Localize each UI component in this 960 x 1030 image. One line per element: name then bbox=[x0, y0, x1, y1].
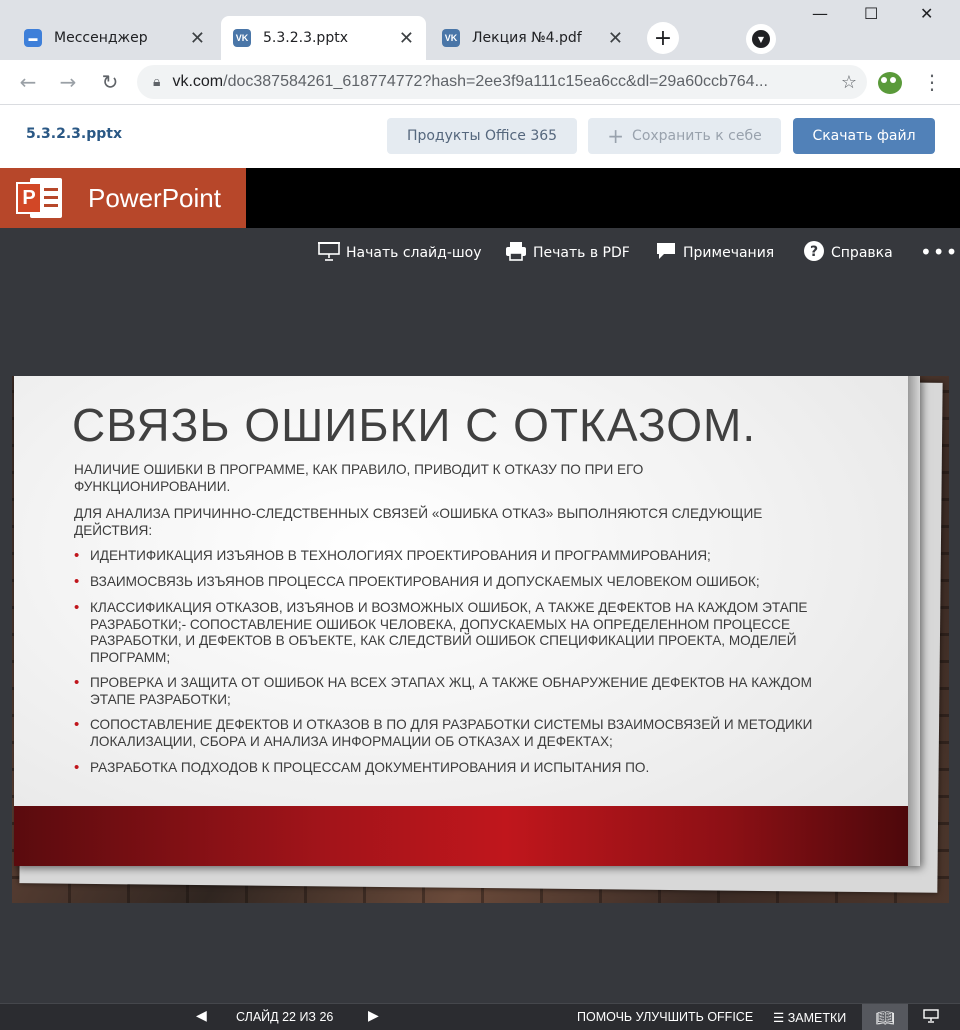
projector-icon bbox=[923, 1008, 939, 1027]
slide-title: СВЯЗЬ ОШИБКИ С ОТКАЗОМ. bbox=[72, 399, 757, 451]
vk-icon: VK bbox=[233, 29, 251, 47]
slide-paragraph-2: ДЛЯ АНАЛИЗА ПРИЧИННО-СЛЕДСТВЕННЫХ СВЯЗЕЙ… bbox=[74, 506, 763, 538]
browser-toolbar: ← → ↻ 🔒︎ vk.com/doc387584261_618774772?h… bbox=[0, 60, 960, 105]
new-tab-button[interactable]: + bbox=[647, 22, 679, 54]
close-icon[interactable]: ✕ bbox=[190, 28, 205, 49]
url-text[interactable]: vk.com/doc387584261_618774772?hash=2ee3f… bbox=[172, 73, 831, 91]
notes-toggle-label: ЗАМЕТКИ bbox=[787, 1011, 847, 1025]
vk-icon: VK bbox=[442, 29, 460, 47]
url-domain: vk.com bbox=[172, 73, 224, 90]
browser-tab-bar: ▬ Мессенджер ✕ VK 5.3.2.3.pptx ✕ VK Лекц… bbox=[0, 0, 960, 60]
slide-canvas: СВЯЗЬ ОШИБКИ С ОТКАЗОМ. НАЛИЧИЕ ОШИБКИ В… bbox=[12, 376, 949, 903]
svg-text:?: ? bbox=[810, 244, 818, 260]
slide-bullet: ИДЕНТИФИКАЦИЯ ИЗЪЯНОВ В ТЕХНОЛОГИЯХ ПРОЕ… bbox=[74, 548, 854, 565]
tab-pptx[interactable]: VK 5.3.2.3.pptx ✕ bbox=[221, 16, 426, 60]
tab-messenger[interactable]: ▬ Мессенджер ✕ bbox=[12, 16, 217, 60]
prev-slide-button[interactable]: ◀ bbox=[196, 1008, 207, 1024]
close-icon[interactable]: ✕ bbox=[608, 28, 623, 49]
paper-edge bbox=[908, 376, 920, 866]
close-icon[interactable]: ✕ bbox=[399, 28, 414, 49]
tab-label: Мессенджер bbox=[54, 30, 148, 46]
office365-button-label: Продукты Office 365 bbox=[406, 128, 558, 144]
powerpoint-brand: P PowerPoint bbox=[0, 168, 246, 228]
help-label: Справка bbox=[831, 245, 893, 261]
browser-menu-icon[interactable]: ⋮ bbox=[922, 70, 942, 94]
slide-bullet: РАЗРАБОТКА ПОДХОДОВ К ПРОЦЕССАМ ДОКУМЕНТ… bbox=[74, 760, 854, 777]
maximize-button[interactable]: ☐ bbox=[864, 4, 878, 23]
download-button-label: Скачать файл bbox=[812, 128, 916, 144]
messenger-icon: ▬ bbox=[24, 29, 42, 47]
tab-pdf[interactable]: VK Лекция №4.pdf ✕ bbox=[430, 16, 635, 60]
book-icon: 📖︎ bbox=[875, 1008, 895, 1027]
start-slideshow-label: Начать слайд-шоу bbox=[346, 245, 482, 261]
bookmark-star-icon[interactable]: ☆ bbox=[831, 72, 867, 93]
print-pdf-label: Печать в PDF bbox=[533, 245, 630, 261]
slide-counter: СЛАЙД 22 ИЗ 26 bbox=[236, 1010, 334, 1024]
forward-button[interactable]: → bbox=[54, 68, 82, 96]
slide-bullet: КЛАССИФИКАЦИЯ ОТКАЗОВ, ИЗЪЯНОВ И ВОЗМОЖН… bbox=[74, 600, 844, 666]
tab-label: Лекция №4.pdf bbox=[472, 30, 582, 46]
url-path: /doc387584261_618774772?hash=2ee3f9a111c… bbox=[223, 73, 768, 90]
notes-label: Примечания bbox=[683, 245, 775, 261]
chevron-down-icon: ▼ bbox=[752, 30, 770, 48]
help-improve-office-link[interactable]: ПОМОЧЬ УЛУЧШИТЬ OFFICE bbox=[577, 1010, 753, 1024]
help-icon: ? bbox=[803, 240, 825, 267]
app-name: PowerPoint bbox=[88, 182, 221, 213]
more-options-icon[interactable]: ••• bbox=[920, 240, 958, 264]
help-button[interactable]: ? Справка bbox=[803, 240, 893, 266]
projector-icon bbox=[318, 241, 340, 266]
powerpoint-logo-icon: P bbox=[16, 176, 64, 220]
slide-bullet: СОПОСТАВЛЕНИЕ ДЕФЕКТОВ И ОТКАЗОВ В ПО ДЛ… bbox=[74, 717, 814, 750]
minimize-button[interactable]: — bbox=[812, 4, 828, 23]
profile-avatar[interactable] bbox=[878, 72, 902, 94]
slide-bullet: ПРОВЕРКА И ЗАЩИТА ОТ ОШИБОК НА ВСЕХ ЭТАП… bbox=[74, 675, 834, 708]
save-to-self-label: Сохранить к себе bbox=[632, 128, 762, 144]
download-button[interactable]: Скачать файл bbox=[793, 118, 935, 154]
vk-doc-header: 5.3.2.3.pptx Продукты Office 365 + Сохра… bbox=[0, 105, 960, 168]
next-slide-button[interactable]: ▶ bbox=[368, 1008, 379, 1024]
notes-button[interactable]: Примечания bbox=[655, 240, 774, 266]
plus-icon: + bbox=[607, 124, 625, 148]
slide-bullet: ВЗАИМОСВЯЗЬ ИЗЪЯНОВ ПРОЦЕССА ПРОЕКТИРОВА… bbox=[74, 574, 854, 591]
notes-lines-icon: ☰ bbox=[773, 1011, 785, 1025]
save-to-self-button[interactable]: + Сохранить к себе bbox=[588, 118, 781, 154]
tab-label: 5.3.2.3.pptx bbox=[263, 30, 348, 46]
printer-icon bbox=[505, 241, 527, 266]
start-slideshow-button[interactable]: Начать слайд-шоу bbox=[318, 240, 482, 266]
slide-paragraph-1: НАЛИЧИЕ ОШИБКИ В ПРОГРАММЕ, КАК ПРАВИЛО,… bbox=[74, 462, 644, 494]
slide-red-band bbox=[14, 806, 908, 866]
reload-button[interactable]: ↻ bbox=[96, 68, 124, 96]
close-window-button[interactable]: ✕ bbox=[920, 4, 933, 23]
document-name: 5.3.2.3.pptx bbox=[26, 126, 123, 142]
reading-view-button[interactable]: 📖︎ bbox=[862, 1004, 908, 1030]
address-bar[interactable]: 🔒︎ vk.com/doc387584261_618774772?hash=2e… bbox=[137, 65, 867, 99]
speech-bubble-icon bbox=[655, 241, 677, 266]
notes-toggle[interactable]: ☰ ЗАМЕТКИ bbox=[773, 1010, 846, 1025]
lock-icon: 🔒︎ bbox=[153, 74, 161, 90]
back-button[interactable]: ← bbox=[14, 68, 42, 96]
office365-button[interactable]: Продукты Office 365 bbox=[387, 118, 577, 154]
print-pdf-button[interactable]: Печать в PDF bbox=[505, 240, 630, 266]
powerpoint-header: P PowerPoint bbox=[0, 168, 960, 228]
slideshow-view-button[interactable] bbox=[908, 1004, 954, 1030]
status-bar: ◀ СЛАЙД 22 ИЗ 26 ▶ ПОМОЧЬ УЛУЧШИТЬ OFFIC… bbox=[0, 1003, 960, 1030]
tab-search-button[interactable]: ▼ bbox=[746, 24, 776, 54]
